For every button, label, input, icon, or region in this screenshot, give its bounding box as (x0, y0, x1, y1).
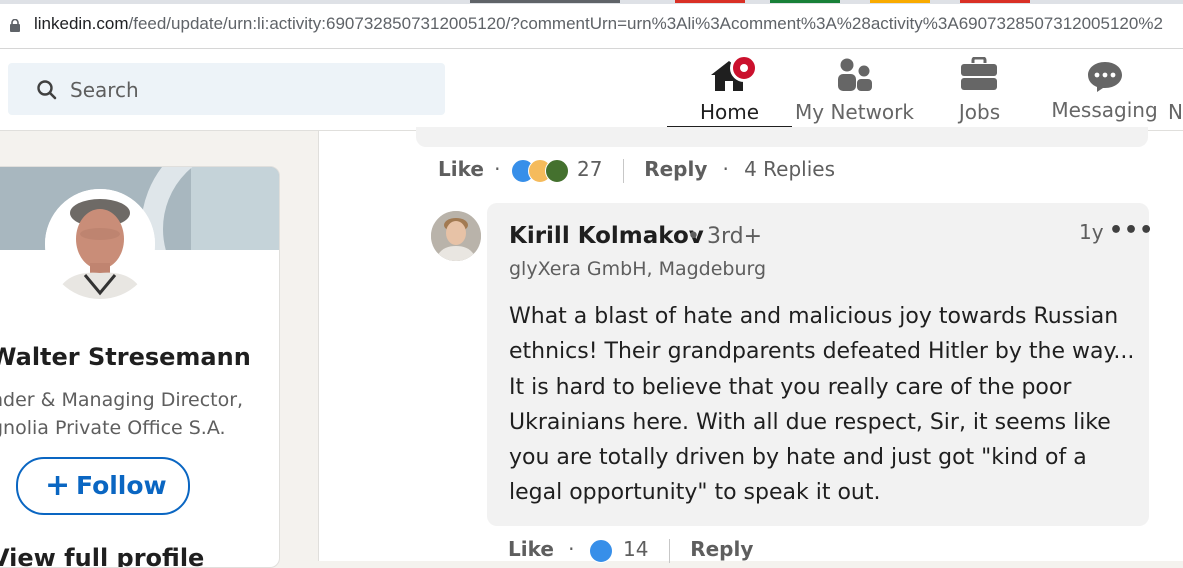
comment-line: you are totally driven by hate and just … (509, 445, 1087, 471)
reactions-summary[interactable] (588, 538, 617, 563)
plus-icon: + (45, 468, 71, 503)
linkedin-header: Search Home My Network Jobs Messaging N (0, 49, 1183, 131)
nav-messaging[interactable]: Messaging (1042, 49, 1167, 130)
nav-notifications-label: N (1168, 100, 1183, 124)
comment-bubble: Kirill Kolmakov • 3rd+ glyXera GmbH, Mag… (487, 203, 1153, 526)
nav-jobs[interactable]: Jobs (917, 49, 1042, 130)
comment-text: What a blast of hate and malicious joy t… (509, 299, 1135, 511)
browser-tab[interactable] (470, 0, 620, 3)
people-icon (838, 58, 872, 91)
profile-photo (45, 189, 155, 299)
commenter-photo (431, 211, 481, 261)
url-path: /feed/update/urn:li:activity:69073285073… (128, 14, 1163, 33)
nav-home-label: Home (699, 100, 760, 124)
nav-my-network-label: My Network (795, 100, 914, 124)
more-options-icon[interactable]: ••• (1109, 218, 1154, 243)
comment-timestamp: 1y (1079, 220, 1104, 244)
reply-button[interactable]: Reply (644, 157, 707, 181)
comment-line: legal opportunity" to speak it out. (509, 480, 881, 506)
search-placeholder: Search (70, 78, 139, 102)
previous-comment-actions: Like · 27 Reply · 4 Replies (438, 157, 836, 183)
profile-card: Walter Stresemann nder & Managing Direct… (0, 166, 280, 568)
url-host: linkedin.com (34, 14, 129, 33)
comment-line: Ukrainians here. With all due respect, S… (509, 409, 1111, 435)
like-icon (588, 538, 613, 563)
previous-comment-bubble (416, 127, 1148, 147)
like-button[interactable]: Like (438, 157, 484, 181)
comment-author-name[interactable]: Kirill Kolmakov (509, 223, 704, 249)
profile-headline-line2: gnolia Private Office S.A. (0, 417, 226, 439)
lock-icon (10, 19, 20, 32)
comment-line: What a blast of hate and malicious joy t… (509, 304, 1119, 329)
briefcase-icon (961, 57, 997, 90)
reaction-count: 27 (577, 157, 603, 181)
nav-jobs-label: Jobs (958, 100, 1001, 124)
reply-button[interactable]: Reply (690, 537, 753, 561)
browser-tab[interactable] (960, 0, 1030, 3)
nav-home[interactable]: Home (667, 49, 792, 130)
nav-my-network[interactable]: My Network (792, 49, 917, 130)
url-text[interactable]: linkedin.com/feed/update/urn:li:activity… (34, 14, 1163, 34)
nav-messaging-label: Messaging (1051, 98, 1158, 122)
comment-line: It is hard to believe that you really ca… (509, 374, 1072, 400)
comment-author-subtitle: glyXera GmbH, Magdeburg (509, 258, 767, 280)
comment-actions: Like · 14 Reply (508, 537, 754, 563)
reactions-summary[interactable] (510, 158, 571, 183)
notification-badge (730, 54, 758, 82)
profile-headline-line1: nder & Managing Director, (0, 389, 244, 411)
nav-notifications[interactable]: N (1168, 49, 1183, 130)
like-button[interactable]: Like (508, 537, 554, 561)
search-icon (37, 80, 57, 100)
profile-name[interactable]: Walter Stresemann (0, 343, 251, 371)
comment-line: ethnics! Their grandparents defeated Hit… (509, 339, 1135, 365)
avatar[interactable] (45, 189, 155, 299)
browser-tab[interactable] (770, 0, 840, 3)
comments-feed: Like · 27 Reply · 4 Replies Kirill Kolma… (318, 127, 1183, 563)
browser-tab[interactable] (870, 0, 930, 3)
replies-link[interactable]: 4 Replies (744, 157, 835, 181)
reaction-count: 14 (623, 537, 649, 561)
chat-bubble-icon (1088, 62, 1122, 92)
address-bar[interactable]: linkedin.com/feed/update/urn:li:activity… (0, 4, 1183, 49)
view-full-profile-link[interactable]: View full profile (0, 544, 204, 567)
search-input[interactable]: Search (8, 63, 445, 115)
support-icon (544, 158, 569, 183)
follow-label: Follow (76, 471, 167, 500)
follow-button[interactable]: + Follow (16, 457, 190, 515)
commenter-avatar[interactable] (431, 211, 481, 261)
browser-tab[interactable] (675, 0, 745, 3)
connection-degree: • 3rd+ (687, 224, 763, 249)
